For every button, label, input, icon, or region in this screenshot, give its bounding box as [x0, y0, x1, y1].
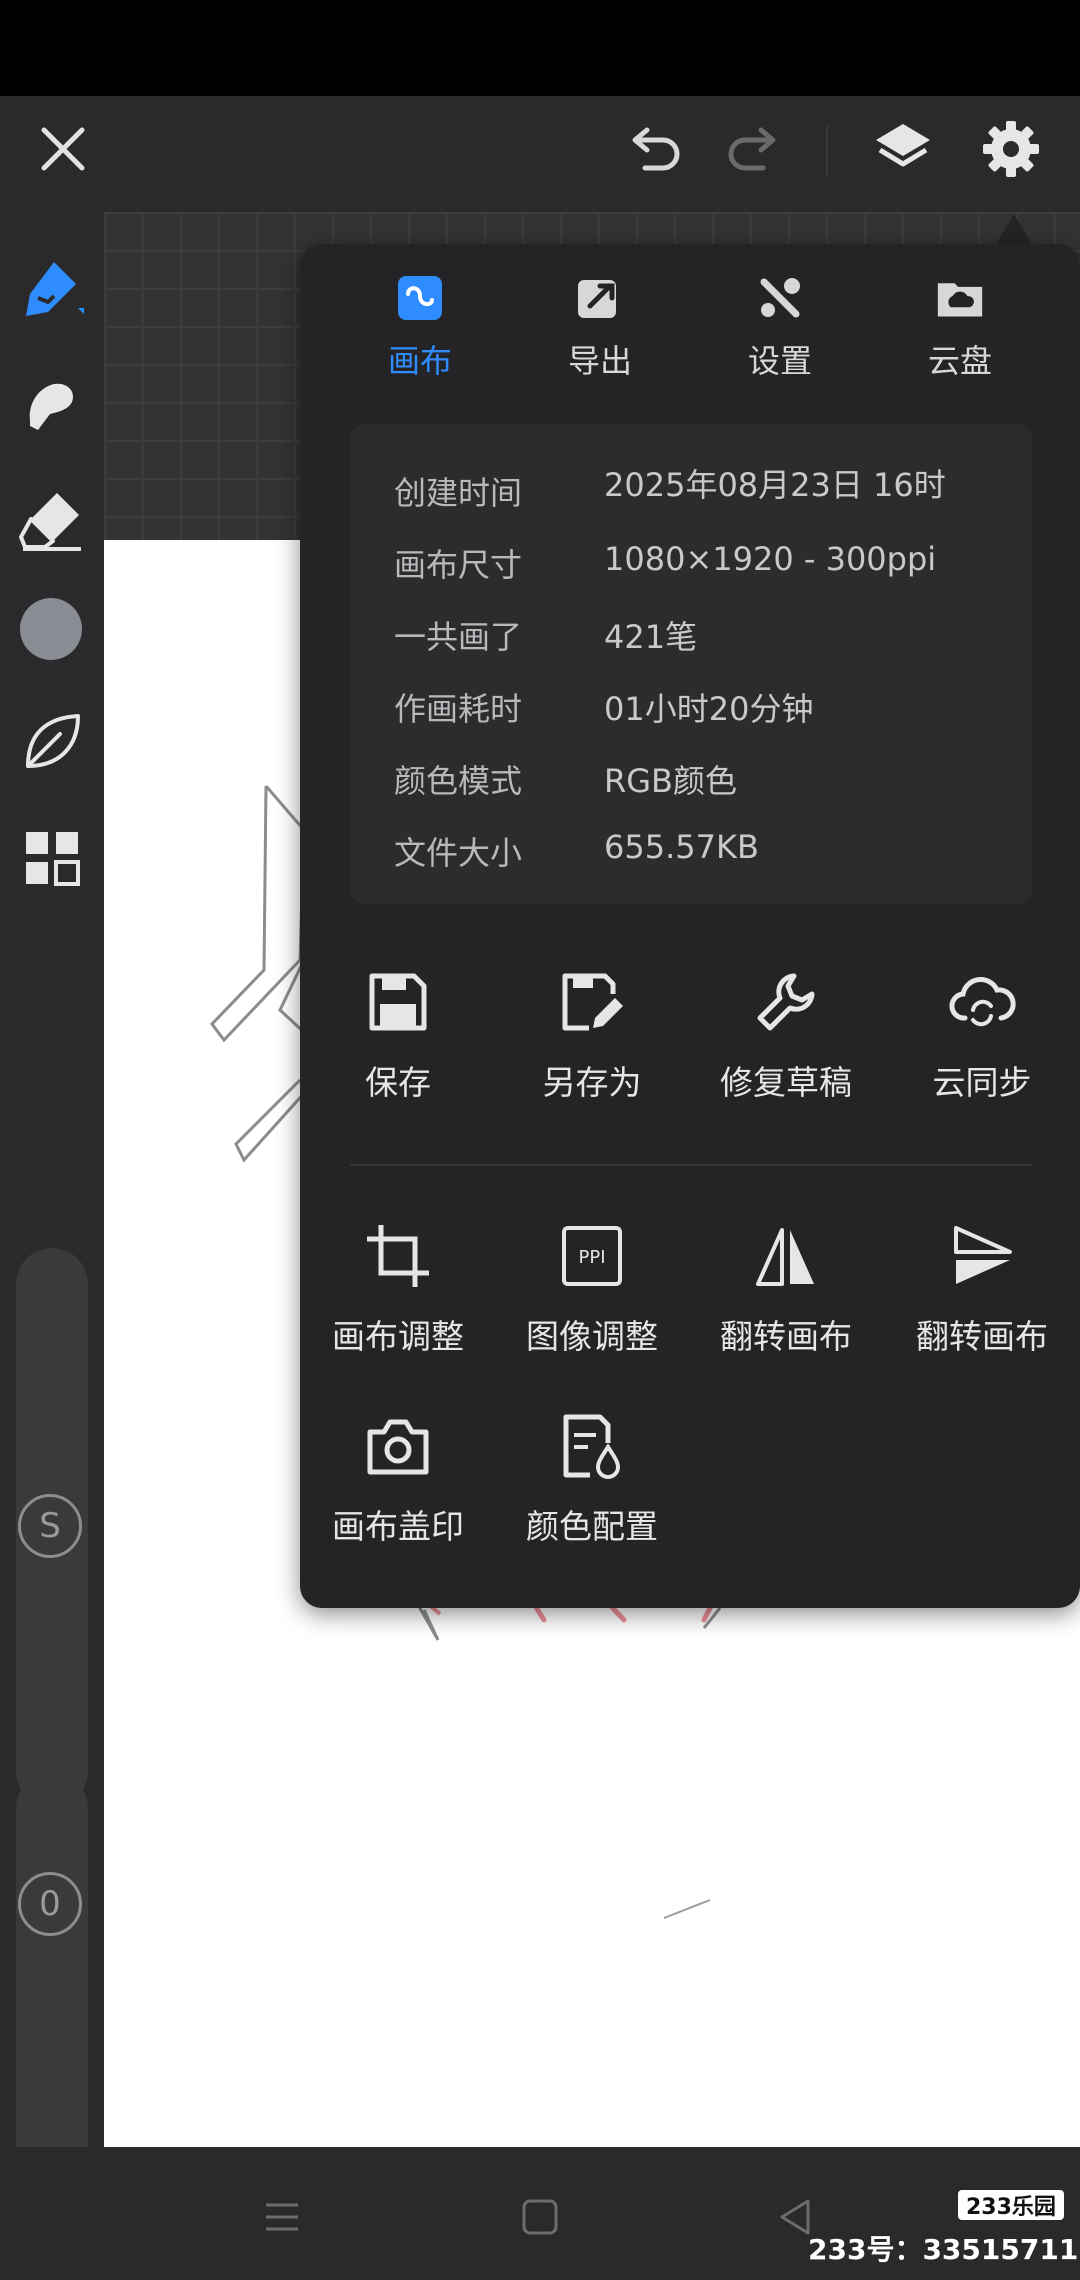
info-key: 作画耗时 [394, 690, 523, 728]
brush-opacity-badge[interactable]: 0 [18, 1872, 82, 1936]
top-app-bar [0, 96, 1080, 212]
info-value: 421笔 [604, 618, 698, 656]
canvas-info-box: 创建时间 2025年08月23日 16时 画布尺寸 1080×1920 - 30… [350, 424, 1032, 904]
grid-menu-icon[interactable] [14, 820, 90, 896]
repair-wrench-icon [750, 966, 822, 1038]
status-bar [0, 0, 1080, 96]
flip-canvas-vertical-button[interactable]: 翻转画布 [884, 1220, 1080, 1358]
ppi-icon: PPI [556, 1220, 628, 1292]
eraser-tool-icon[interactable] [14, 482, 90, 558]
canvas-settings-panel: 画布 导出 设置 云盘 创建时间 2025年08月23日 16时 画布尺寸 10… [300, 244, 1080, 1608]
left-toolbar: S 0 [0, 212, 104, 2218]
flip-vertical-icon [946, 1220, 1018, 1292]
crop-icon [362, 1220, 434, 1292]
tab-label: 设置 [747, 342, 812, 380]
pen-tool-icon[interactable] [14, 252, 90, 328]
smudge-tool-icon[interactable] [14, 368, 90, 444]
panel-pointer [996, 214, 1032, 244]
flip-canvas-horizontal-button[interactable]: 翻转画布 [688, 1220, 884, 1358]
undo-icon[interactable] [620, 116, 690, 186]
watermark-logo: 233乐园 [958, 2190, 1064, 2220]
layers-icon[interactable] [866, 112, 940, 186]
info-value: RGB颜色 [604, 762, 737, 800]
tab-export[interactable]: 导出 [510, 274, 690, 382]
watermark-id: 233号：335157111 [808, 2233, 1080, 2266]
action-label: 翻转画布 [916, 1317, 1048, 1356]
info-key: 颜色模式 [394, 762, 523, 800]
info-row-created: 创建时间 2025年08月23日 16时 [394, 460, 1014, 520]
close-icon[interactable] [30, 116, 96, 182]
canvas-stamp-button[interactable]: 画布盖印 [300, 1410, 496, 1548]
cloud-sync-icon [946, 966, 1018, 1038]
info-key: 文件大小 [394, 834, 523, 872]
action-label: 颜色配置 [526, 1507, 658, 1546]
save-as-button[interactable]: 另存为 [494, 966, 690, 1104]
menu-icon[interactable] [252, 2187, 312, 2247]
camera-icon [362, 1410, 434, 1482]
action-label: 画布调整 [332, 1317, 464, 1356]
export-tab-icon [576, 274, 624, 322]
info-key: 创建时间 [394, 474, 523, 512]
tab-settings[interactable]: 设置 [690, 274, 870, 382]
ppi-badge-text: PPI [578, 1247, 605, 1268]
flip-horizontal-icon [750, 1220, 822, 1292]
info-key: 画布尺寸 [394, 546, 523, 584]
info-value: 655.57KB [604, 828, 759, 866]
tab-cloud-disk[interactable]: 云盘 [870, 274, 1050, 382]
action-label: 另存为 [542, 1063, 642, 1102]
tab-label: 画布 [387, 342, 452, 380]
action-label: 画布盖印 [332, 1507, 464, 1546]
info-value: 2025年08月23日 16时 [604, 466, 946, 504]
brush-size-badge[interactable]: S [18, 1494, 82, 1558]
cloud-sync-button[interactable]: 云同步 [884, 966, 1080, 1104]
leaf-brush-icon[interactable] [14, 704, 90, 780]
save-as-icon [556, 966, 628, 1038]
settings-tools-tab-icon [756, 274, 804, 322]
home-icon[interactable] [510, 2187, 570, 2247]
color-config-button[interactable]: 颜色配置 [494, 1410, 690, 1548]
tab-canvas[interactable]: 画布 [330, 274, 510, 382]
save-icon [362, 966, 434, 1038]
image-adjust-button[interactable]: PPI 图像调整 [494, 1220, 690, 1358]
color-swatch[interactable] [20, 598, 82, 660]
action-label: 修复草稿 [720, 1063, 852, 1102]
tab-label: 云盘 [927, 342, 992, 380]
repair-draft-button[interactable]: 修复草稿 [688, 966, 884, 1104]
save-button[interactable]: 保存 [300, 966, 496, 1104]
action-label: 翻转画布 [720, 1317, 852, 1356]
canvas-adjust-button[interactable]: 画布调整 [300, 1220, 496, 1358]
gear-icon[interactable] [974, 112, 1048, 186]
action-label: 云同步 [932, 1063, 1032, 1102]
canvas-tab-icon [396, 274, 444, 322]
info-value: 1080×1920 - 300ppi [604, 540, 937, 578]
tab-label: 导出 [567, 342, 632, 380]
info-key: 一共画了 [394, 618, 523, 656]
action-label: 保存 [365, 1063, 431, 1102]
info-value: 01小时20分钟 [604, 690, 814, 728]
action-label: 图像调整 [526, 1317, 658, 1356]
color-config-icon [556, 1410, 628, 1482]
redo-icon[interactable] [718, 116, 788, 186]
panel-divider [350, 1164, 1032, 1166]
cloud-folder-tab-icon [936, 274, 984, 322]
top-bar-divider [826, 126, 828, 176]
